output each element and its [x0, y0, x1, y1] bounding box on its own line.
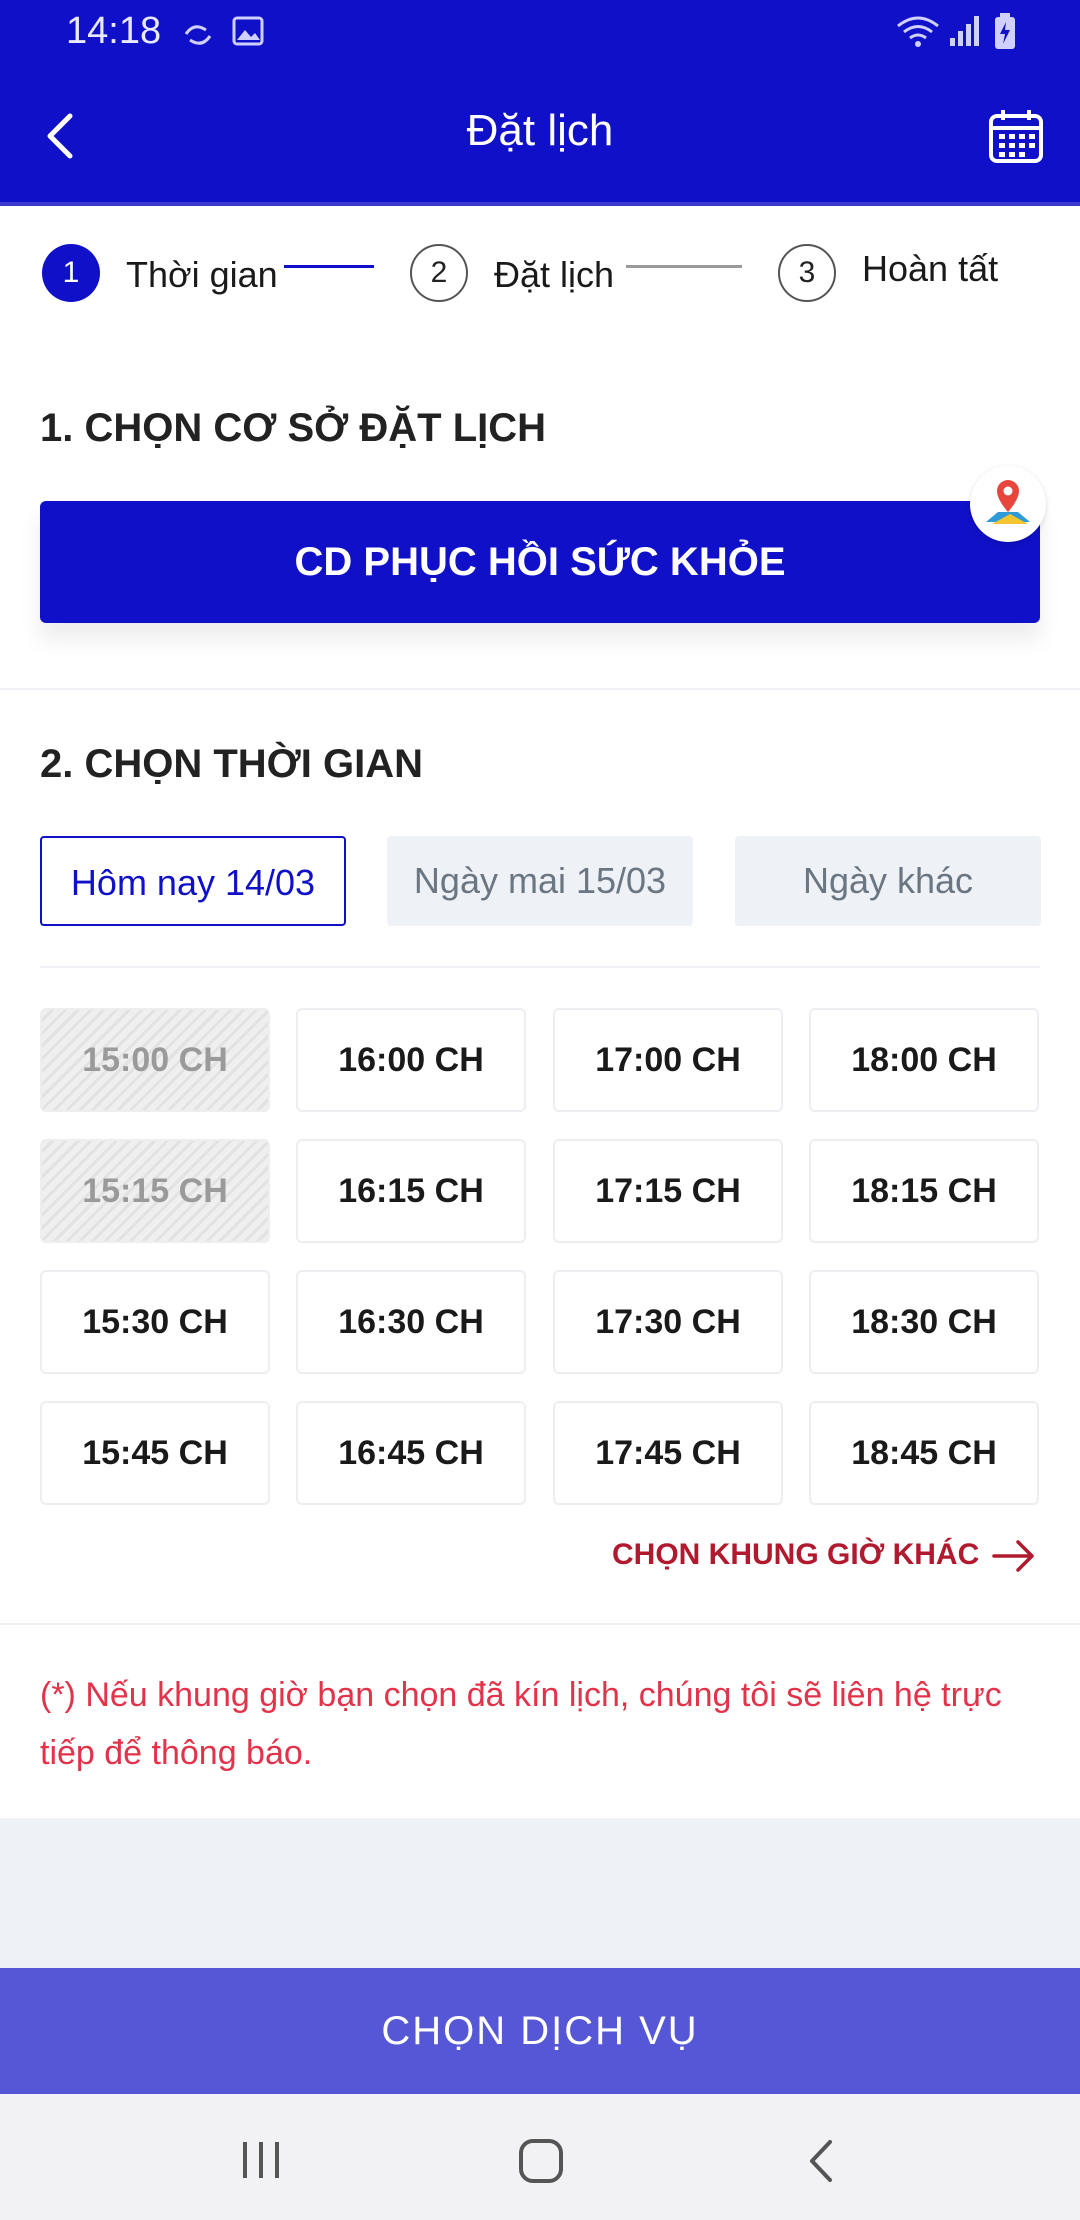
recent-apps-icon[interactable]: [240, 2140, 282, 2180]
day-today-button[interactable]: Hôm nay 14/03: [40, 836, 346, 926]
map-pin-icon[interactable]: [970, 466, 1046, 542]
status-time: 14:18: [66, 10, 162, 52]
time-slot[interactable]: 16:45 CH: [296, 1401, 526, 1505]
section-facility-title: 1. CHỌN CƠ SỞ ĐẶT LỊCH: [40, 406, 547, 450]
step-connector-active: [284, 265, 374, 268]
time-slot[interactable]: 16:30 CH: [296, 1270, 526, 1374]
choose-service-button[interactable]: CHỌN DỊCH VỤ: [0, 1968, 1080, 2094]
app-header: 14:18 Đặt lịch: [0, 0, 1080, 206]
status-bar: 14:18: [0, 0, 1080, 66]
time-slot[interactable]: 18:45 CH: [809, 1401, 1039, 1505]
section-time-title: 2. CHỌN THỜI GIAN: [40, 742, 424, 786]
time-slot[interactable]: 18:00 CH: [809, 1008, 1039, 1112]
step-3-number: 3: [778, 244, 836, 302]
wifi-icon: [897, 16, 939, 47]
signal-icon: [950, 16, 979, 46]
system-navigation-bar: [0, 2094, 1080, 2220]
page-title: Đặt lịch: [466, 106, 614, 155]
time-slot[interactable]: 17:45 CH: [553, 1401, 783, 1505]
home-icon[interactable]: [518, 2138, 564, 2184]
step-2-number: 2: [410, 244, 468, 302]
time-slot[interactable]: 17:30 CH: [553, 1270, 783, 1374]
note-divider: [0, 1623, 1080, 1625]
step-2-label: Đặt lịch: [494, 254, 615, 295]
step-3-label: Hoàn tất: [862, 248, 999, 289]
other-time-slots-link[interactable]: CHỌN KHUNG GIỜ KHÁC: [612, 1538, 979, 1572]
booking-stepper: 1 Thời gian 2 Đặt lịch 3 Hoàn tất: [0, 206, 1080, 336]
time-slot-disabled: 15:00 CH: [40, 1008, 270, 1112]
day-other-button[interactable]: Ngày khác: [735, 836, 1041, 926]
step-1-number: 1: [42, 244, 100, 302]
calendar-icon[interactable]: [988, 108, 1044, 164]
time-slot[interactable]: 17:15 CH: [553, 1139, 783, 1243]
time-slot-disabled: 15:15 CH: [40, 1139, 270, 1243]
time-slot[interactable]: 15:45 CH: [40, 1401, 270, 1505]
system-back-icon[interactable]: [806, 2138, 838, 2184]
time-slot[interactable]: 15:30 CH: [40, 1270, 270, 1374]
arrow-right-icon[interactable]: [992, 1536, 1036, 1576]
sync-icon: [184, 25, 212, 45]
time-slot[interactable]: 18:30 CH: [809, 1270, 1039, 1374]
time-slot[interactable]: 17:00 CH: [553, 1008, 783, 1112]
battery-icon: [995, 13, 1015, 49]
booking-card: 1. CHỌN CƠ SỞ ĐẶT LỊCH CD PHỤC HỒI SỨC K…: [0, 336, 1080, 1818]
days-divider: [40, 966, 1040, 968]
step-connector: [626, 265, 742, 268]
section-divider: [0, 688, 1080, 690]
time-slot[interactable]: 18:15 CH: [809, 1139, 1039, 1243]
facility-select-button[interactable]: CD PHỤC HỒI SỨC KHỎE: [40, 501, 1040, 623]
time-slot[interactable]: 16:00 CH: [296, 1008, 526, 1112]
step-1-label: Thời gian: [126, 254, 278, 295]
gallery-icon: [232, 16, 264, 46]
availability-note: (*) Nếu khung giờ bạn chọn đã kín lịch, …: [40, 1676, 1002, 1772]
day-tomorrow-button[interactable]: Ngày mai 15/03: [387, 836, 693, 926]
time-slot[interactable]: 16:15 CH: [296, 1139, 526, 1243]
